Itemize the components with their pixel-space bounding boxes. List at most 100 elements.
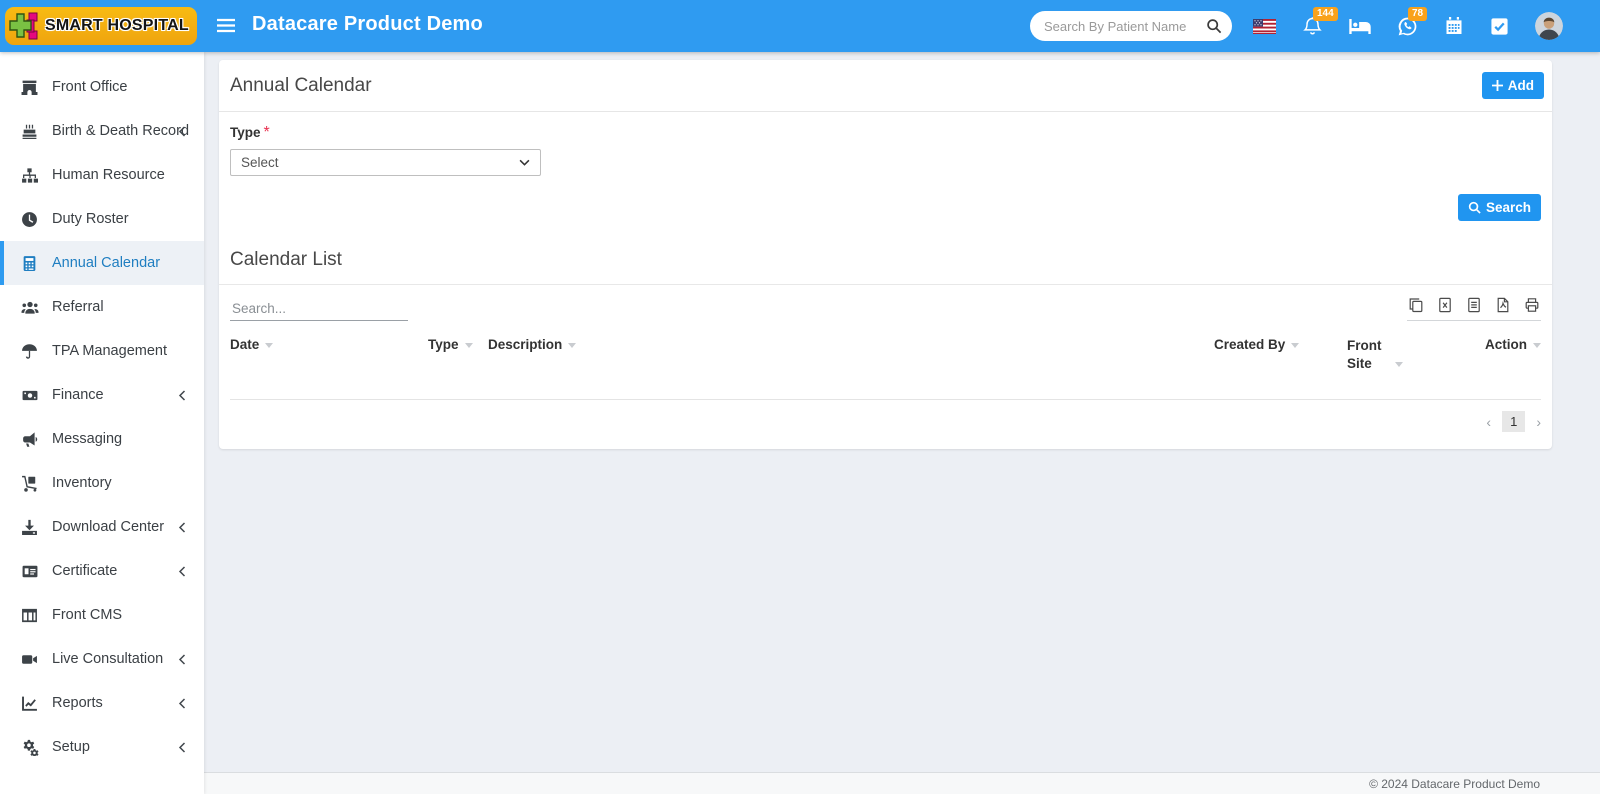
column-header-date[interactable]: Date — [230, 337, 428, 373]
table-icon — [20, 607, 39, 624]
sort-caret-icon — [1395, 362, 1403, 367]
copyright-text: © 2024 Datacare Product Demo — [1369, 777, 1540, 791]
column-header-front-site[interactable]: Front Site — [1347, 337, 1484, 373]
sidebar-item-reports[interactable]: Reports — [0, 681, 204, 725]
sidebar-item-tpa-management[interactable]: TPA Management — [0, 329, 204, 373]
column-header-created-by[interactable]: Created By — [1214, 337, 1347, 373]
sidebar-item-download-center[interactable]: Download Center — [0, 505, 204, 549]
app-title: Datacare Product Demo — [252, 13, 483, 36]
pdf-export-button[interactable] — [1495, 297, 1511, 313]
calendar-icon[interactable] — [1444, 16, 1464, 36]
type-select[interactable]: Select — [230, 149, 541, 176]
plus-icon — [1492, 80, 1503, 91]
sidebar-item-referral[interactable]: Referral — [0, 285, 204, 329]
add-button[interactable]: Add — [1482, 72, 1544, 99]
column-header-description[interactable]: Description — [488, 337, 1214, 373]
search-button[interactable]: Search — [1458, 194, 1541, 221]
money-bill-icon — [20, 387, 39, 404]
sidebar-item-messaging[interactable]: Messaging — [0, 417, 204, 461]
sidebar-item-label: Download Center — [52, 519, 164, 535]
hospital-cross-icon — [9, 11, 41, 41]
sidebar-item-setup[interactable]: Setup — [0, 725, 204, 769]
column-header-type[interactable]: Type — [428, 337, 488, 373]
sidebar-item-label: Birth & Death Record — [52, 123, 189, 139]
sidebar-item-label: Finance — [52, 387, 104, 403]
list-search-input[interactable] — [230, 297, 408, 321]
sidebar-item-finance[interactable]: Finance — [0, 373, 204, 417]
whatsapp-icon[interactable]: 78 — [1397, 16, 1418, 37]
pagination-page-1[interactable]: 1 — [1502, 411, 1525, 432]
calculator-icon — [20, 255, 39, 272]
excel-export-button[interactable] — [1437, 297, 1453, 313]
user-avatar[interactable] — [1535, 12, 1563, 40]
app-window: SMART HOSPITAL Datacare Product Demo — [0, 0, 1600, 794]
gears-icon — [20, 739, 39, 756]
sidebar-item-label: Messaging — [52, 431, 122, 447]
top-navbar: SMART HOSPITAL Datacare Product Demo — [0, 0, 1600, 52]
sidebar-item-label: Front CMS — [52, 607, 122, 623]
chevron-left-icon — [178, 654, 186, 665]
sidebar-item-label: Front Office — [52, 79, 127, 95]
footer-bar: © 2024 Datacare Product Demo — [204, 772, 1600, 794]
sidebar-item-front-office[interactable]: Front Office — [0, 65, 204, 109]
export-toolbar — [1407, 297, 1541, 321]
sidebar-item-front-cms[interactable]: Front CMS — [0, 593, 204, 637]
sidebar-item-label: Referral — [52, 299, 104, 315]
sidebar-item-label: Annual Calendar — [52, 255, 160, 271]
chart-line-icon — [20, 695, 39, 712]
users-icon — [20, 299, 39, 316]
csv-export-button[interactable] — [1466, 297, 1482, 313]
chevron-down-icon — [519, 159, 530, 166]
search-icon — [1468, 201, 1481, 214]
copy-button[interactable] — [1408, 297, 1424, 313]
pagination-prev[interactable]: ‹ — [1486, 414, 1491, 430]
chevron-left-icon — [178, 566, 186, 577]
notification-badge: 144 — [1313, 7, 1338, 21]
column-header-action[interactable]: Action — [1484, 337, 1541, 373]
sidebar-item-human-resource[interactable]: Human Resource — [0, 153, 204, 197]
umbrella-icon — [20, 343, 39, 360]
chevron-left-icon — [178, 126, 186, 137]
bed-icon[interactable] — [1349, 19, 1371, 34]
type-label: Type — [230, 125, 261, 140]
table-header-row: Date Type Description Created By Front S… — [230, 321, 1541, 400]
notification-bell-icon[interactable]: 144 — [1302, 16, 1323, 37]
sidebar-item-label: Reports — [52, 695, 103, 711]
sitemap-icon — [20, 167, 39, 184]
hospital-logo[interactable]: SMART HOSPITAL — [5, 7, 197, 45]
list-title: Calendar List — [230, 249, 342, 270]
sidebar-item-birth-death-record[interactable]: Birth & Death Record — [0, 109, 204, 153]
language-flag-icon[interactable] — [1253, 19, 1276, 34]
sidebar-item-inventory[interactable]: Inventory — [0, 461, 204, 505]
sidebar-nav: Front Office Birth & Death Record Human … — [0, 52, 204, 794]
hamburger-menu-icon[interactable] — [216, 18, 236, 38]
pagination-next[interactable]: › — [1536, 414, 1541, 430]
archway-icon — [20, 79, 39, 96]
sidebar-item-annual-calendar[interactable]: Annual Calendar — [0, 241, 204, 285]
main-content: Annual Calendar Add Type* Select — [204, 52, 1600, 794]
sidebar-item-label: Duty Roster — [52, 211, 129, 227]
sidebar-item-label: Live Consultation — [52, 651, 163, 667]
chevron-left-icon — [178, 742, 186, 753]
search-icon[interactable] — [1206, 18, 1222, 34]
sidebar-item-label: TPA Management — [52, 343, 167, 359]
sidebar-item-certificate[interactable]: Certificate — [0, 549, 204, 593]
dolly-icon — [20, 475, 39, 492]
sidebar-item-label: Human Resource — [52, 167, 165, 183]
required-asterisk: * — [264, 124, 270, 141]
download-icon — [20, 519, 39, 536]
topbar-actions: 144 78 — [1030, 0, 1586, 52]
sidebar-item-live-consultation[interactable]: Live Consultation — [0, 637, 204, 681]
sidebar-item-label: Setup — [52, 739, 90, 755]
sort-caret-icon — [568, 343, 576, 348]
sidebar-item-duty-roster[interactable]: Duty Roster — [0, 197, 204, 241]
tasks-check-icon[interactable] — [1490, 17, 1509, 36]
patient-search-input[interactable] — [1044, 19, 1206, 34]
annual-calendar-card: Annual Calendar Add Type* Select — [219, 60, 1552, 449]
sidebar-item-label: Certificate — [52, 563, 117, 579]
sort-caret-icon — [1291, 343, 1299, 348]
bullhorn-icon — [20, 431, 39, 448]
print-button[interactable] — [1524, 297, 1540, 313]
sidebar-item-label: Inventory — [52, 475, 112, 491]
id-card-icon — [20, 563, 39, 580]
